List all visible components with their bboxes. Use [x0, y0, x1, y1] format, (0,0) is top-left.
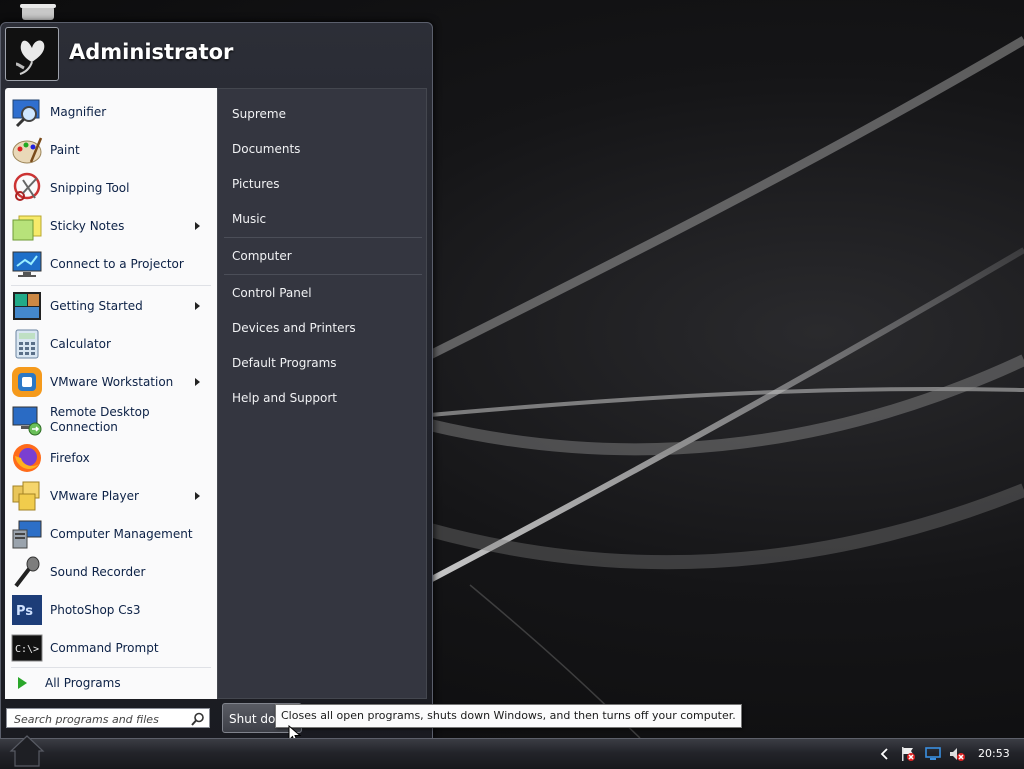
- program-remote-desktop[interactable]: Remote Desktop Connection: [5, 402, 217, 438]
- system-tray: 20:53: [864, 739, 1024, 769]
- divider: [224, 274, 422, 275]
- submenu-arrow-icon[interactable]: [195, 492, 200, 500]
- show-hidden-icons-chevron-icon[interactable]: [880, 748, 890, 760]
- microphone-icon: [14, 556, 40, 588]
- place-pictures[interactable]: Pictures: [232, 177, 280, 191]
- submenu-arrow-icon[interactable]: [195, 378, 200, 386]
- program-label: Remote Desktop Connection: [50, 405, 150, 434]
- photoshop-icon: Ps: [12, 595, 42, 625]
- divider: [224, 237, 422, 238]
- place-documents[interactable]: Documents: [232, 142, 300, 156]
- play-arrow-icon: [18, 677, 27, 689]
- projector-monitor-icon: [12, 251, 42, 277]
- program-label: VMware Workstation: [50, 374, 174, 389]
- divider: [11, 285, 211, 286]
- program-sticky-notes[interactable]: Sticky Notes: [5, 208, 217, 244]
- program-paint[interactable]: Paint: [5, 132, 217, 168]
- submenu-arrow-icon[interactable]: [195, 222, 200, 230]
- vmware-workstation-icon: [12, 367, 42, 397]
- program-label: Firefox: [50, 450, 90, 465]
- program-vmware-player[interactable]: VMware Player: [5, 478, 217, 514]
- program-label: Connect to a Projector: [50, 256, 184, 271]
- places-pane: Supreme Documents Pictures Music Compute…: [217, 88, 427, 699]
- program-label: Magnifier: [50, 104, 107, 119]
- start-home-icon[interactable]: [8, 733, 46, 769]
- place-supreme[interactable]: Supreme: [232, 107, 286, 121]
- place-control-panel[interactable]: Control Panel: [232, 286, 312, 300]
- scissors-icon: [13, 172, 41, 201]
- place-help-support[interactable]: Help and Support: [232, 391, 337, 405]
- search-box: [6, 708, 210, 729]
- program-label: Computer Management: [50, 526, 193, 541]
- place-default-programs[interactable]: Default Programs: [232, 356, 337, 370]
- flower-icon: [15, 40, 45, 75]
- program-firefox[interactable]: Firefox: [5, 440, 217, 476]
- submenu-arrow-icon[interactable]: [195, 302, 200, 310]
- firefox-icon: [13, 444, 41, 472]
- clock[interactable]: 20:53: [978, 747, 1010, 760]
- program-photoshop[interactable]: Ps PhotoShop Cs3: [5, 592, 217, 628]
- pinned-programs-list: Magnifier Paint Snipping Tool Sticky Not…: [5, 88, 217, 699]
- user-picture[interactable]: [5, 27, 59, 81]
- program-label: Snipping Tool: [50, 180, 130, 195]
- search-input[interactable]: [7, 709, 192, 729]
- vmware-player-icon: [12, 481, 40, 511]
- calculator-icon: [15, 329, 39, 359]
- getting-started-icon: [13, 292, 41, 320]
- program-vmware-workstation[interactable]: VMware Workstation: [5, 364, 217, 400]
- program-snipping-tool[interactable]: Snipping Tool: [5, 170, 217, 206]
- svg-text:C:\>: C:\>: [15, 644, 39, 655]
- program-label: Sound Recorder: [50, 564, 146, 579]
- program-getting-started[interactable]: Getting Started: [5, 288, 217, 324]
- search-icon[interactable]: [191, 712, 205, 726]
- all-programs-label: All Programs: [45, 676, 121, 690]
- svg-text:Ps: Ps: [16, 604, 33, 619]
- taskbar: 20:53: [0, 735, 1024, 769]
- sticky-note-icon: [12, 215, 42, 241]
- action-center-flag-icon[interactable]: [900, 746, 916, 762]
- program-label: PhotoShop Cs3: [50, 602, 141, 617]
- program-label: Paint: [50, 142, 80, 157]
- all-programs-button[interactable]: All Programs: [5, 668, 217, 696]
- program-magnifier[interactable]: Magnifier: [5, 94, 217, 130]
- user-name[interactable]: Administrator: [69, 40, 233, 64]
- program-command-prompt[interactable]: C:\> Command Prompt: [5, 630, 217, 666]
- place-devices-printers[interactable]: Devices and Printers: [232, 321, 356, 335]
- program-label: Sticky Notes: [50, 218, 125, 233]
- paint-palette-icon: [12, 137, 43, 164]
- program-label: Calculator: [50, 336, 111, 351]
- program-label: Getting Started: [50, 298, 143, 313]
- program-label: VMware Player: [50, 488, 139, 503]
- network-icon[interactable]: [924, 746, 942, 762]
- program-calculator[interactable]: Calculator: [5, 326, 217, 362]
- program-label: Command Prompt: [50, 640, 159, 655]
- command-prompt-icon: C:\>: [11, 634, 43, 662]
- program-sound-recorder[interactable]: Sound Recorder: [5, 554, 217, 590]
- place-computer[interactable]: Computer: [232, 249, 292, 263]
- remote-desktop-icon: [12, 406, 42, 436]
- start-menu: Administrator Magnifier Paint Snipping T…: [0, 22, 433, 740]
- volume-muted-icon[interactable]: [948, 746, 966, 762]
- recycle-bin-icon[interactable]: [18, 0, 58, 20]
- computer-management-icon: [12, 520, 42, 549]
- magnifier-icon: [12, 99, 40, 128]
- shutdown-tooltip: Closes all open programs, shuts down Win…: [275, 704, 742, 728]
- program-computer-management[interactable]: Computer Management: [5, 516, 217, 552]
- program-connect-projector[interactable]: Connect to a Projector: [5, 246, 217, 282]
- place-music[interactable]: Music: [232, 212, 266, 226]
